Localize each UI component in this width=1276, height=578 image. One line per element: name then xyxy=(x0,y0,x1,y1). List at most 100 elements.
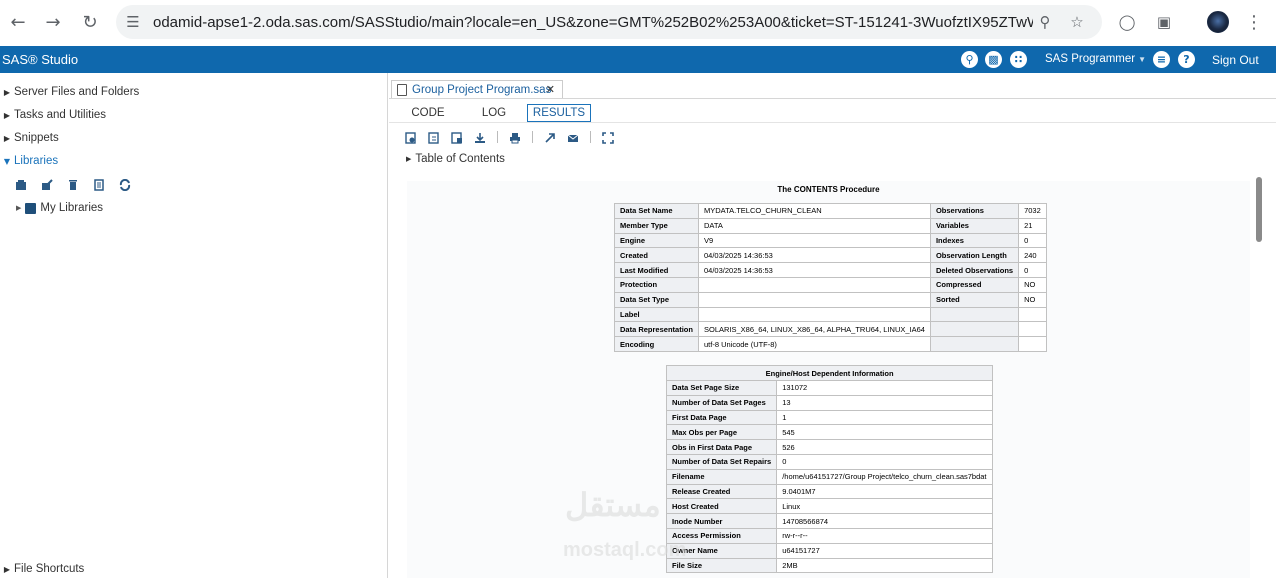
sidebar-item-libraries[interactable]: ▼ Libraries xyxy=(0,151,58,171)
table-row: Obs in First Data Page 526 xyxy=(665,439,994,455)
value-cell: NO xyxy=(1018,291,1047,308)
forward-icon[interactable]: → xyxy=(42,11,64,33)
download-icon[interactable] xyxy=(474,131,486,143)
browser-menu-icon[interactable]: ⋮ xyxy=(1243,11,1265,33)
table-row: Data Set Page Size 131072 xyxy=(665,380,994,396)
download-rtf-icon[interactable] xyxy=(451,131,463,144)
zoom-icon[interactable]: ⚲ xyxy=(1036,13,1054,31)
my-libraries-node[interactable]: ▶ My Libraries xyxy=(16,202,103,214)
table-row: Host Created Linux xyxy=(665,498,994,515)
results-viewer: The CONTENTS Procedure Data Set Name MYDA… xyxy=(407,181,1250,578)
table-row: Last Modified 04/03/2025 14:36:53 Deleted … xyxy=(614,262,1047,278)
new-library-icon[interactable] xyxy=(15,178,27,190)
tab-log[interactable]: LOG xyxy=(475,104,513,122)
browser-toolbar: ← → ↻ ☰ odamid-apse1-2.oda.sas.com/SASSt… xyxy=(0,0,1276,46)
scrollbar-thumb[interactable] xyxy=(1256,177,1262,242)
program-tab[interactable]: Group Project Program.sas ✕ xyxy=(391,80,563,98)
open-in-browser-icon[interactable] xyxy=(405,131,417,144)
sidebar-item-label: Server Files and Folders xyxy=(14,86,140,98)
close-icon[interactable]: ✕ xyxy=(546,83,555,96)
row-header-cell: Encoding xyxy=(614,336,699,352)
address-bar[interactable]: ☰ odamid-apse1-2.oda.sas.com/SASStudio/m… xyxy=(116,5,1102,39)
row-header-cell: First Data Page xyxy=(665,409,778,426)
row-header-cell: Protection xyxy=(614,276,699,293)
row-header-cell: Indexes xyxy=(929,232,1020,249)
sidebar-item-server-files[interactable]: ▶ Server Files and Folders xyxy=(0,82,139,102)
email-icon[interactable] xyxy=(567,131,579,143)
table-row: Max Obs per Page 545 xyxy=(665,424,994,441)
value-cell: 13 xyxy=(776,394,994,411)
value-cell: u64151727 xyxy=(776,542,994,559)
sidebar-item-file-shortcuts[interactable]: ▶ File Shortcuts xyxy=(0,561,84,577)
value-cell: 1 xyxy=(776,409,994,426)
search-icon[interactable]: ⚲ xyxy=(961,51,978,68)
value-cell: 14708566874 xyxy=(776,513,994,529)
row-header-cell: Number of Data Set Pages xyxy=(665,394,778,411)
value-cell xyxy=(1018,336,1047,352)
expand-icon: ▶ xyxy=(3,87,11,97)
profile-avatar[interactable] xyxy=(1207,11,1229,33)
new-window-icon[interactable] xyxy=(544,131,556,143)
sidebar-item-snippets[interactable]: ▶ Snippets xyxy=(0,128,59,148)
table-row: Data Set Type Sorted NO xyxy=(614,291,1047,308)
value-cell: Linux xyxy=(776,498,994,515)
row-header-cell: Number of Data Set Repairs xyxy=(665,453,778,470)
properties-icon[interactable] xyxy=(41,178,53,190)
table-row: Release Created 9.0401M7 xyxy=(665,483,994,500)
tab-results[interactable]: RESULTS xyxy=(527,104,591,122)
libraries-toolbar xyxy=(15,178,131,194)
print-icon[interactable] xyxy=(509,131,521,144)
expand-icon: ▶ xyxy=(3,564,11,574)
procedure-title: The CONTENTS Procedure xyxy=(777,185,880,194)
table-row: Label xyxy=(614,306,1047,323)
results-scrollbar[interactable] xyxy=(1256,177,1263,578)
row-header-cell: Variables xyxy=(929,217,1020,234)
collapse-icon: ▼ xyxy=(3,156,11,166)
address-text[interactable]: odamid-apse1-2.oda.sas.com/SASStudio/mai… xyxy=(153,14,1033,31)
expand-icon: ▶ xyxy=(3,133,11,143)
reload-icon[interactable]: ↻ xyxy=(79,11,101,33)
print-icon[interactable]: ▩ xyxy=(985,51,1002,68)
perspective-label: SAS Programmer xyxy=(1045,53,1136,65)
table-of-contents[interactable]: ▶ Table of Contents xyxy=(406,153,505,165)
sidebar-item-tasks[interactable]: ▶ Tasks and Utilities xyxy=(0,105,106,125)
help-icon[interactable]: ? xyxy=(1178,51,1195,68)
expand-icon: ▶ xyxy=(16,204,22,212)
tab-code[interactable]: CODE xyxy=(407,104,449,122)
bookmark-star-icon[interactable]: ☆ xyxy=(1068,13,1086,31)
value-cell: 545 xyxy=(776,424,994,441)
program-file-icon xyxy=(397,83,407,96)
table-view-icon[interactable] xyxy=(93,178,105,191)
value-cell: SOLARIS_X86_64, LINUX_X86_64, ALPHA_TRU6… xyxy=(698,321,931,338)
row-header-cell: Observations xyxy=(929,203,1020,219)
table-row: File Size 2MB xyxy=(665,557,994,574)
value-cell xyxy=(1018,321,1047,338)
value-cell: 9.0401M7 xyxy=(776,483,994,500)
value-cell: 0 xyxy=(1018,232,1047,249)
table-row: Engine V9 Indexes 0 xyxy=(614,232,1047,249)
value-cell: 04/03/2025 14:36:53 xyxy=(698,262,931,278)
sidebar-item-label: Libraries xyxy=(14,155,59,167)
perspective-menu[interactable]: SAS Programmer ▼ xyxy=(1045,53,1146,65)
value-cell: 7032 xyxy=(1018,203,1047,219)
maximize-icon[interactable] xyxy=(602,131,614,144)
watermark-logo: مستقل xyxy=(565,487,661,523)
sign-out-link[interactable]: Sign Out xyxy=(1212,53,1259,67)
work-area: Group Project Program.sas ✕ CODE LOG RES… xyxy=(389,73,1276,578)
row-header-cell: Created xyxy=(614,247,699,264)
more-menu-icon[interactable]: ≡ xyxy=(1153,51,1170,68)
extensions-icon[interactable]: ▣ xyxy=(1153,11,1175,33)
expand-icon: ▶ xyxy=(406,155,412,163)
apps-icon[interactable]: ∷ xyxy=(1010,51,1027,68)
delete-icon[interactable] xyxy=(67,178,79,190)
back-icon[interactable]: ← xyxy=(7,11,29,33)
row-header-cell: Label xyxy=(614,306,699,323)
divider xyxy=(590,131,591,143)
navigation-pane: ▶ Server Files and Folders ▶ Tasks and Uti… xyxy=(0,73,388,578)
divider xyxy=(497,131,498,143)
site-info-icon[interactable]: ☰ xyxy=(124,13,142,31)
download-pdf-icon[interactable] xyxy=(428,131,440,144)
row-header-cell: Release Created xyxy=(665,483,778,500)
mouse-icon[interactable]: ◯ xyxy=(1116,11,1138,33)
refresh-icon[interactable] xyxy=(119,178,131,192)
